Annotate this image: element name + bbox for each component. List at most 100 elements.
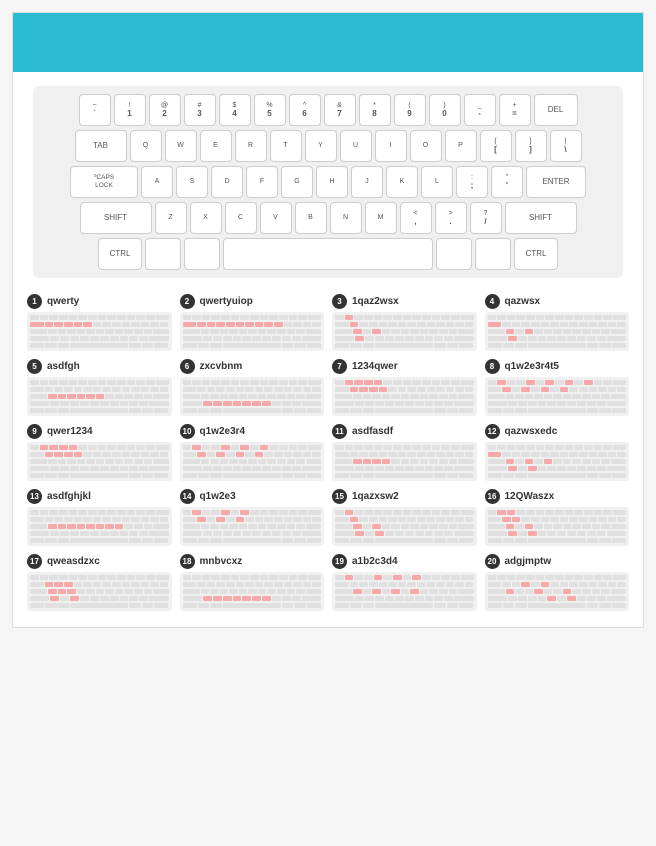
mini-key <box>216 387 225 392</box>
mini-key <box>289 445 298 450</box>
mini-key <box>589 452 598 457</box>
mini-key <box>258 394 267 399</box>
pattern-item: 10q1w2e3r4 <box>180 424 325 481</box>
mini-key <box>603 510 612 515</box>
mini-key <box>612 538 626 543</box>
mini-key <box>122 452 131 457</box>
mini-key <box>563 524 572 529</box>
mini-key <box>465 517 474 522</box>
mini-row <box>335 387 474 392</box>
mini-key <box>601 524 610 529</box>
pattern-number: 4 <box>485 294 500 309</box>
mini-key <box>90 401 99 406</box>
mini-key <box>74 452 83 457</box>
mini-key <box>202 315 211 320</box>
mini-row <box>30 322 169 327</box>
mini-key <box>306 459 321 464</box>
mini-key <box>274 582 283 587</box>
mini-key <box>90 596 99 601</box>
mini-key <box>183 401 202 406</box>
mini-key <box>458 459 473 464</box>
mini-key <box>525 459 534 464</box>
mini-key <box>607 531 626 536</box>
mini-key <box>592 524 601 529</box>
mini-key <box>553 329 562 334</box>
mini-row <box>335 408 474 413</box>
mini-key <box>88 380 97 385</box>
mini-key <box>417 322 426 327</box>
mini-key <box>115 524 124 529</box>
mini-key <box>226 387 235 392</box>
mini-key <box>572 394 581 399</box>
mini-key <box>447 343 459 348</box>
mini-key <box>601 394 610 399</box>
mini-key <box>439 589 448 594</box>
mini-row <box>183 538 322 543</box>
mini-row <box>488 336 627 341</box>
mini-key <box>439 459 448 464</box>
mini-key <box>289 315 298 320</box>
mini-key <box>436 517 445 522</box>
mini-key <box>45 452 54 457</box>
mini-key <box>296 589 305 594</box>
mini-key <box>528 343 586 348</box>
mini-key <box>58 459 67 464</box>
mini-key <box>197 517 206 522</box>
mini-key <box>534 329 543 334</box>
mini-key <box>129 336 138 341</box>
mini-key <box>198 473 210 478</box>
mini-key <box>96 329 105 334</box>
mini-key <box>350 343 362 348</box>
mini-key <box>67 459 76 464</box>
key-caps: ⁰CAPSLOCK <box>70 166 138 198</box>
mini-row <box>335 322 474 327</box>
mini-row <box>183 315 322 320</box>
mini-key <box>363 524 372 529</box>
mini-key <box>459 343 473 348</box>
mini-key <box>142 473 154 478</box>
mini-key <box>375 336 384 341</box>
mini-key <box>258 459 267 464</box>
mini-key <box>129 401 138 406</box>
mini-key <box>183 466 202 471</box>
mini-key <box>245 387 254 392</box>
key-minus: _- <box>464 94 496 126</box>
mini-key <box>395 596 404 601</box>
mini-row <box>30 517 169 522</box>
mini-key <box>363 459 372 464</box>
mini-key <box>345 510 354 515</box>
mini-key <box>582 329 591 334</box>
mini-key <box>30 408 44 413</box>
mini-key <box>560 582 569 587</box>
mini-key <box>107 510 116 515</box>
mini-key <box>30 387 44 392</box>
mini-key <box>401 329 410 334</box>
mini-key <box>353 524 362 529</box>
mini-key <box>303 387 312 392</box>
mini-key <box>294 538 306 543</box>
mini-key <box>545 445 554 450</box>
mini-key <box>507 510 516 515</box>
keyboard-row-2: TAB Q W E R T Y U I O P {[ }] |\ <box>41 130 615 162</box>
mini-key <box>210 589 219 594</box>
mini-key <box>98 445 107 450</box>
mini-key <box>599 603 611 608</box>
mini-key <box>231 445 240 450</box>
mini-key <box>150 387 159 392</box>
mini-key <box>136 510 145 515</box>
mini-row <box>30 596 169 601</box>
mini-key <box>124 589 133 594</box>
mini-key <box>40 445 49 450</box>
mini-key <box>156 445 169 450</box>
mini-key <box>45 582 54 587</box>
pattern-number: 11 <box>332 424 347 439</box>
pattern-name: asdfasdf <box>352 426 393 437</box>
mini-key <box>512 582 521 587</box>
mini-key <box>30 473 44 478</box>
mini-key <box>83 517 92 522</box>
pattern-number: 13 <box>27 489 42 504</box>
pattern-label: 13asdfghjkl <box>27 489 172 504</box>
mini-key <box>287 589 296 594</box>
mini-key <box>560 387 569 392</box>
mini-key <box>110 596 119 601</box>
